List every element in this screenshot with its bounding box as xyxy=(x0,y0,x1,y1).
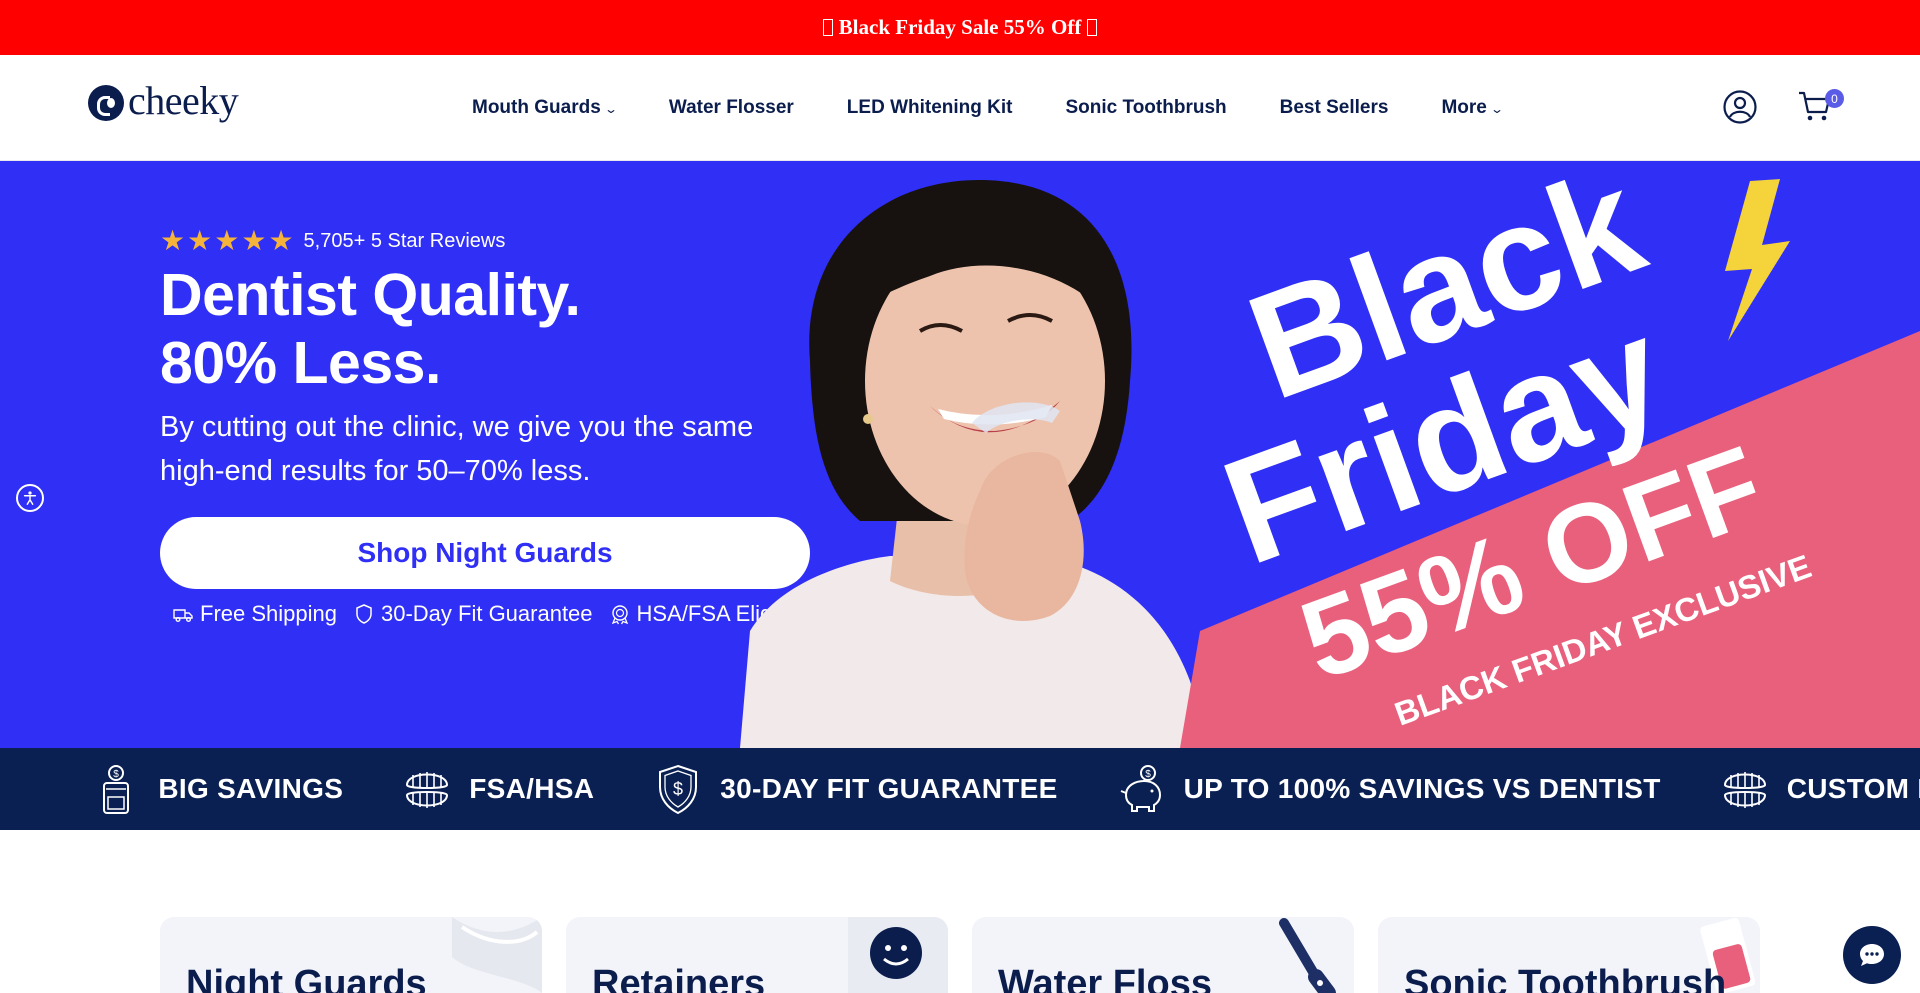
hero-subtitle: By cutting out the clinic, we give you t… xyxy=(160,411,754,487)
marquee-item: CUSTOM DENTAL F xyxy=(1721,763,1920,815)
shield-dollar-icon: $ xyxy=(659,764,698,815)
category-card-water-floss[interactable]: Water Floss xyxy=(972,917,1354,993)
nav-item-label: Water Flosser xyxy=(668,97,794,118)
hero-title-line2: 80% Less. xyxy=(160,330,441,396)
star-icon: ★ xyxy=(268,225,294,256)
perk-label: Free Shipping xyxy=(200,601,337,626)
emoji-placeholder-icon xyxy=(1087,19,1098,36)
accessibility-icon xyxy=(23,491,37,506)
rating-summary: ★ ★ ★ ★ ★ 5,705+ 5 Star Reviews xyxy=(160,227,505,255)
star-icon: ★ xyxy=(214,225,240,256)
nav-item-best-sellers[interactable]: Best Sellers xyxy=(1280,97,1389,119)
hero-perks: Free Shipping 30-Day Fit Guarantee HSA/F… xyxy=(172,601,807,627)
category-card-retainers[interactable]: Retainers xyxy=(566,917,948,993)
chat-launcher-button[interactable] xyxy=(1843,926,1901,984)
teeth-icon xyxy=(406,772,449,808)
marquee-label: BIG SAVINGS xyxy=(158,773,344,804)
marquee-item: $ BIG SAVINGS xyxy=(92,763,343,815)
nav-item-water-flosser[interactable]: Water Flosser xyxy=(669,97,794,119)
perk-label: 30-Day Fit Guarantee xyxy=(380,601,593,626)
accessibility-widget-button[interactable] xyxy=(16,484,44,512)
lightning-bolt-icon xyxy=(1725,179,1790,341)
hero-title-line1: Dentist Quality. xyxy=(160,262,581,328)
account-icon[interactable] xyxy=(1723,90,1757,124)
nav-item-led-whitening-kit[interactable]: LED Whitening Kit xyxy=(847,97,1013,119)
category-title: Retainers xyxy=(592,963,766,993)
nav-item-label: More xyxy=(1441,97,1487,118)
announcement-text: Black Friday Sale 55% Off xyxy=(838,15,1082,39)
hero-banner: ★ ★ ★ ★ ★ 5,705+ 5 Star Reviews Dentist … xyxy=(0,161,1920,748)
svg-text:$: $ xyxy=(1145,769,1151,780)
category-cards: Night Guards Retainers Water Floss Sonic… xyxy=(160,917,1760,993)
chat-bubble-icon xyxy=(1860,944,1884,966)
coin-jar-icon: $ xyxy=(103,765,130,814)
star-icon: ★ xyxy=(241,225,267,256)
marquee-label: CUSTOM DENTAL F xyxy=(1786,773,1920,804)
marquee-item: $ 30-DAY FIT GUARANTEE xyxy=(654,763,1057,815)
nav-item-label: Mouth Guards xyxy=(472,97,601,118)
nav-item-label: LED Whitening Kit xyxy=(846,97,1013,118)
category-card-sonic-toothbrush[interactable]: Sonic Toothbrush xyxy=(1378,917,1760,993)
category-title: Sonic Toothbrush xyxy=(1404,963,1727,993)
water-flosser-product-image xyxy=(1279,918,1336,993)
rating-text: 5,705+ 5 Star Reviews xyxy=(303,229,506,252)
badge-icon xyxy=(611,605,628,625)
logo-text: cheeky xyxy=(128,78,239,123)
cart-count-badge: 0 xyxy=(1825,89,1844,108)
marquee-item: FSA/HSA xyxy=(403,763,594,815)
logo-mark-icon xyxy=(88,85,124,121)
svg-text:$: $ xyxy=(114,769,120,780)
shop-night-guards-button[interactable]: Shop Night Guards xyxy=(160,517,810,589)
nav-item-more[interactable]: More ⌄ xyxy=(1441,97,1504,119)
marquee-item: $ UP TO 100% SAVINGS VS DENTIST xyxy=(1118,763,1661,815)
hero-model-photo xyxy=(740,180,1210,748)
black-friday-promo: Black Friday 55% OFF BLACK FRIDAY EXCLUS… xyxy=(1180,161,1920,748)
perk-free-shipping: Free Shipping xyxy=(172,601,337,627)
nav-item-sonic-toothbrush[interactable]: Sonic Toothbrush xyxy=(1066,97,1227,119)
teeth-icon xyxy=(1723,772,1766,808)
marquee-track: T $ BIG SAVINGS FSA/HSA xyxy=(0,748,1920,830)
rating-stars: ★ ★ ★ ★ ★ xyxy=(160,227,294,255)
star-icon: ★ xyxy=(187,225,213,256)
marquee-label: FSA/HSA xyxy=(469,773,595,804)
night-guard-product-image xyxy=(452,917,542,993)
perk-fit-guarantee: 30-Day Fit Guarantee xyxy=(353,601,593,627)
marquee-label: 30-DAY FIT GUARANTEE xyxy=(720,773,1058,804)
category-title: Water Floss xyxy=(998,963,1212,993)
hero-title: Dentist Quality. 80% Less. xyxy=(160,261,581,397)
nav-item-mouth-guards[interactable]: Mouth Guards ⌄ xyxy=(472,97,618,119)
shield-icon xyxy=(356,604,372,624)
star-icon: ★ xyxy=(160,225,186,256)
retainer-product-image xyxy=(848,917,948,993)
nav-item-label: Best Sellers xyxy=(1279,97,1389,118)
chevron-down-icon: ⌄ xyxy=(603,102,618,116)
site-header: cheeky Mouth Guards ⌄ Water Flosser LED … xyxy=(0,55,1920,161)
main-nav: Mouth Guards ⌄ Water Flosser LED Whiteni… xyxy=(472,55,1504,161)
svg-text:$: $ xyxy=(673,779,683,799)
logo[interactable]: cheeky xyxy=(88,81,239,121)
nav-item-label: Sonic Toothbrush xyxy=(1065,97,1227,118)
marquee-label: UP TO 100% SAVINGS VS DENTIST xyxy=(1183,773,1661,804)
truck-icon xyxy=(173,609,193,622)
category-card-night-guards[interactable]: Night Guards xyxy=(160,917,542,993)
announcement-bar: Black Friday Sale 55% Off xyxy=(0,0,1920,55)
piggy-bank-icon: $ xyxy=(1120,765,1161,812)
emoji-placeholder-icon xyxy=(822,19,833,36)
category-title: Night Guards xyxy=(186,963,427,993)
benefits-marquee: T $ BIG SAVINGS FSA/HSA xyxy=(0,748,1920,830)
chevron-down-icon: ⌄ xyxy=(1489,102,1504,116)
